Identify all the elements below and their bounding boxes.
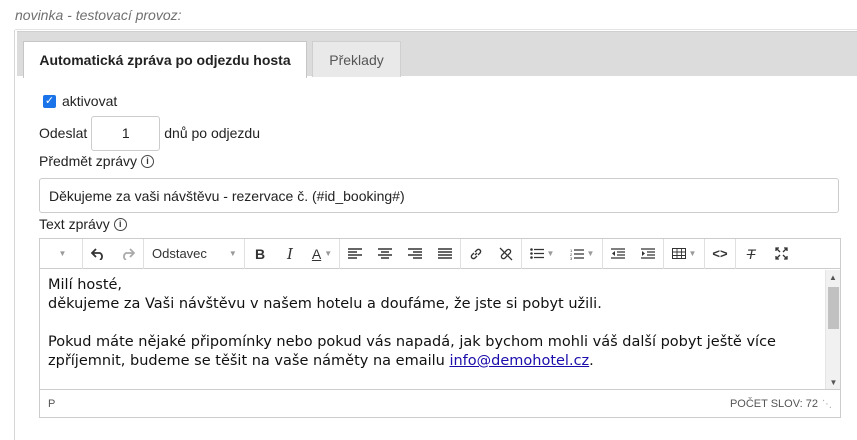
numbered-list-icon[interactable]: 123 ▼ xyxy=(562,239,602,269)
resize-handle-icon[interactable]: ⋱ xyxy=(822,399,832,410)
tab-auto-message[interactable]: Automatická zpráva po odjezdu hosta xyxy=(23,41,307,78)
editor-content[interactable]: Milí hosté, děkujeme za Vaši návštěvu v … xyxy=(40,270,826,390)
info-icon[interactable]: i xyxy=(141,154,155,168)
word-count: POČET SLOV: 72 xyxy=(729,397,818,410)
svg-text:3: 3 xyxy=(570,256,573,260)
bullet-list-icon[interactable]: ▼ xyxy=(522,239,562,269)
italic-icon[interactable]: I xyxy=(275,239,305,269)
block-format-value: Odstavec xyxy=(152,246,207,261)
editor-scrollbar[interactable]: ▲ ▼ xyxy=(825,270,840,390)
table-icon[interactable]: ▼ xyxy=(664,239,704,269)
text-color-icon[interactable]: A ▼ xyxy=(305,239,339,269)
scroll-thumb[interactable] xyxy=(828,287,839,329)
subject-label-row: Předmět zprávy i xyxy=(39,153,155,169)
scroll-down-icon[interactable]: ▼ xyxy=(826,375,841,390)
info-icon[interactable]: i xyxy=(113,217,127,231)
chevron-down-icon: ▼ xyxy=(228,249,237,258)
content-line: Pokud máte nějaké připomínky nebo pokud … xyxy=(48,334,776,350)
align-center-icon[interactable] xyxy=(370,239,400,269)
scroll-up-icon[interactable]: ▲ xyxy=(826,270,840,285)
subject-input[interactable]: Děkujeme za vaši návštěvu - rezervace č.… xyxy=(39,178,839,213)
content-line: děkujeme za Vaši návštěvu v našem hotelu… xyxy=(48,296,602,312)
bold-icon[interactable]: B xyxy=(245,239,275,269)
send-days-row: Odeslat 1 dnů po odjezdu xyxy=(39,115,260,151)
block-format-select[interactable]: Odstavec ▼ xyxy=(144,239,244,269)
email-link[interactable]: info@demohotel.cz xyxy=(449,353,589,369)
content-line: zpříjemnit, budeme se těšit na vaše námě… xyxy=(48,352,818,371)
fullscreen-icon[interactable] xyxy=(766,239,796,269)
align-left-icon[interactable] xyxy=(340,239,370,269)
editor-statusbar: P POČET SLOV: 72 ⋱ xyxy=(40,389,840,417)
word-count-area: POČET SLOV: 72 ⋱ xyxy=(730,398,832,410)
days-input[interactable]: 1 xyxy=(91,115,161,151)
source-code-icon[interactable]: <> xyxy=(705,239,735,269)
content-text: zpříjemnit, budeme se těšit na vaše námě… xyxy=(48,353,450,369)
content-text: . xyxy=(589,353,594,369)
indent-icon[interactable] xyxy=(633,239,663,269)
undo-icon[interactable] xyxy=(83,239,113,269)
align-justify-icon[interactable] xyxy=(430,239,460,269)
chevron-down-icon: ▼ xyxy=(58,249,67,258)
subject-label: Předmět zprávy xyxy=(39,153,138,169)
text-label-row: Text zprávy i xyxy=(39,216,127,232)
outdent-icon[interactable] xyxy=(603,239,633,269)
toolbar-dropdown[interactable]: ▼ xyxy=(40,239,82,269)
tab-bar: Automatická zpráva po odjezdu hosta Přek… xyxy=(17,31,857,78)
content-line: Milí hosté, xyxy=(48,277,123,293)
tab-translations[interactable]: Překlady xyxy=(312,41,401,77)
clear-format-icon[interactable]: T xyxy=(736,239,766,269)
rich-text-editor: ▼ Odstavec ▼ B I A ▼ ▼ 1 2 3 ▼ ▼ <> T Mi… xyxy=(39,238,841,418)
activate-checkbox[interactable]: ✓ xyxy=(43,94,56,108)
link-icon[interactable] xyxy=(461,239,491,269)
element-path[interactable]: P xyxy=(48,398,55,410)
unlink-icon[interactable] xyxy=(491,239,521,269)
activate-label: aktivovat xyxy=(62,93,118,109)
align-right-icon[interactable] xyxy=(400,239,430,269)
editor-toolbar: ▼ Odstavec ▼ B I A ▼ ▼ 1 2 3 ▼ ▼ <> T xyxy=(40,238,840,269)
section-note: novinka - testovací provoz: xyxy=(15,7,182,23)
send-label: Odeslat xyxy=(39,125,88,141)
days-suffix: dnů po odjezdu xyxy=(164,125,261,141)
text-label: Text zprávy xyxy=(39,216,110,232)
activate-row: ✓ aktivovat xyxy=(43,93,117,109)
redo-icon[interactable] xyxy=(113,239,143,269)
